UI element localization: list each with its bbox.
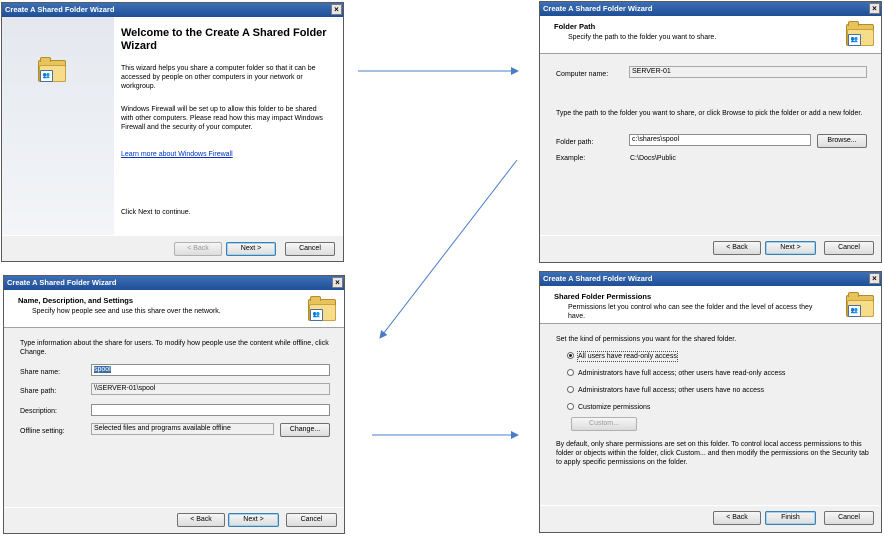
back-button[interactable]: < Back — [177, 513, 225, 527]
wizard-name-settings-window: Create A Shared Folder Wizard × Name, De… — [3, 275, 345, 534]
browse-button[interactable]: Browse... — [817, 134, 867, 148]
title-bar: Create A Shared Folder Wizard — [2, 3, 343, 17]
option-label-2[interactable]: Administrators have full access; other u… — [578, 386, 764, 395]
folder-path-label: Folder path: — [556, 139, 594, 146]
close-button[interactable]: × — [869, 273, 880, 284]
close-button[interactable]: × — [869, 3, 880, 14]
header-subtitle: Specify how people see and use this shar… — [32, 308, 221, 315]
arrow-step2-to-step3 — [379, 159, 518, 339]
radio-option-2[interactable] — [567, 386, 574, 393]
description-label: Description: — [20, 408, 57, 415]
cancel-button[interactable]: Cancel — [286, 513, 337, 527]
welcome-heading: Welcome to the Create A Shared Folder Wi… — [121, 27, 327, 52]
share-path-field: \\SERVER-01\spool — [91, 383, 330, 395]
wizard-header: Name, Description, and Settings Specify … — [4, 290, 344, 328]
header-subtitle: Specify the path to the folder you want … — [568, 34, 717, 41]
next-button[interactable]: Next > — [228, 513, 279, 527]
next-hint: Click Next to continue. — [121, 209, 191, 216]
footer-separator — [2, 235, 343, 236]
radio-option-0[interactable] — [567, 352, 574, 359]
window-title: Create A Shared Folder Wizard — [543, 274, 653, 283]
permissions-footnote: By default, only share permissions are s… — [556, 441, 869, 466]
back-button[interactable]: < Back — [713, 511, 761, 525]
next-button[interactable]: Next > — [765, 241, 816, 255]
header-title: Folder Path — [554, 22, 596, 31]
share-name-label: Share name: — [20, 369, 61, 376]
wizard-folder-path-window: Create A Shared Folder Wizard × Folder P… — [539, 1, 882, 263]
welcome-left-panel — [2, 17, 114, 235]
header-title: Shared Folder Permissions — [554, 292, 652, 301]
option-label-0[interactable]: All users have read-only access — [577, 351, 678, 362]
custom-button[interactable]: Custom... — [571, 417, 637, 431]
wizard-header: Folder Path Specify the path to the fold… — [540, 16, 881, 54]
change-button[interactable]: Change... — [280, 423, 330, 437]
footer-separator — [4, 507, 344, 508]
window-title: Create A Shared Folder Wizard — [543, 4, 653, 13]
back-button[interactable]: < Back — [174, 242, 222, 256]
share-path-label: Share path: — [20, 388, 57, 395]
share-name-value: spool — [94, 366, 111, 373]
share-name-input[interactable]: spool — [91, 364, 330, 376]
computer-name-field: SERVER-01 — [629, 66, 867, 78]
path-instructions: Type the path to the folder you want to … — [556, 110, 863, 117]
footer-separator — [540, 505, 881, 506]
shared-folder-icon: 👥 — [38, 57, 66, 83]
window-title: Create A Shared Folder Wizard — [5, 5, 115, 14]
option-label-1[interactable]: Administrators have full access; other u… — [578, 369, 785, 378]
wizard-welcome-window: Create A Shared Folder Wizard × 👥 Welcom… — [1, 2, 344, 262]
back-button[interactable]: < Back — [713, 241, 761, 255]
cancel-button[interactable]: Cancel — [285, 242, 335, 256]
header-title: Name, Description, and Settings — [18, 296, 134, 305]
radio-option-1[interactable] — [567, 369, 574, 376]
welcome-paragraph-2: Windows Firewall will be set up to allow… — [121, 106, 323, 131]
title-bar: Create A Shared Folder Wizard — [540, 272, 881, 286]
close-button[interactable]: × — [331, 4, 342, 15]
title-bar: Create A Shared Folder Wizard — [4, 276, 344, 290]
window-title: Create A Shared Folder Wizard — [7, 278, 117, 287]
shared-folder-icon: 👥 — [846, 292, 874, 318]
cancel-button[interactable]: Cancel — [824, 511, 874, 525]
title-bar: Create A Shared Folder Wizard — [540, 2, 881, 16]
example-label: Example: — [556, 155, 586, 162]
footer-separator — [540, 235, 881, 236]
header-subtitle: Permissions let you control who can see … — [568, 304, 813, 320]
welcome-paragraph-1: This wizard helps you share a computer f… — [121, 65, 316, 90]
computer-name-label: Computer name: — [556, 71, 609, 78]
shared-folder-icon: 👥 — [846, 21, 874, 47]
finish-button[interactable]: Finish — [765, 511, 816, 525]
permissions-instructions: Set the kind of permissions you want for… — [556, 336, 737, 343]
wizard-header: Shared Folder Permissions Permissions le… — [540, 286, 881, 324]
close-button[interactable]: × — [332, 277, 343, 288]
next-button[interactable]: Next > — [226, 242, 276, 256]
radio-option-3[interactable] — [567, 403, 574, 410]
offline-setting-field: Selected files and programs available of… — [91, 423, 274, 435]
folder-path-input[interactable]: c:\shares\spool — [629, 134, 811, 146]
shared-folder-icon: 👥 — [308, 296, 336, 322]
settings-instructions: Type information about the share for use… — [20, 340, 329, 356]
offline-setting-label: Offline setting: — [20, 428, 65, 435]
example-value: C:\Docs\Public — [630, 155, 676, 162]
option-label-3[interactable]: Customize permissions — [578, 403, 650, 412]
firewall-link[interactable]: Learn more about Windows Firewall — [121, 150, 233, 159]
description-input[interactable] — [91, 404, 330, 416]
cancel-button[interactable]: Cancel — [824, 241, 874, 255]
wizard-permissions-window: Create A Shared Folder Wizard × Shared F… — [539, 271, 882, 533]
